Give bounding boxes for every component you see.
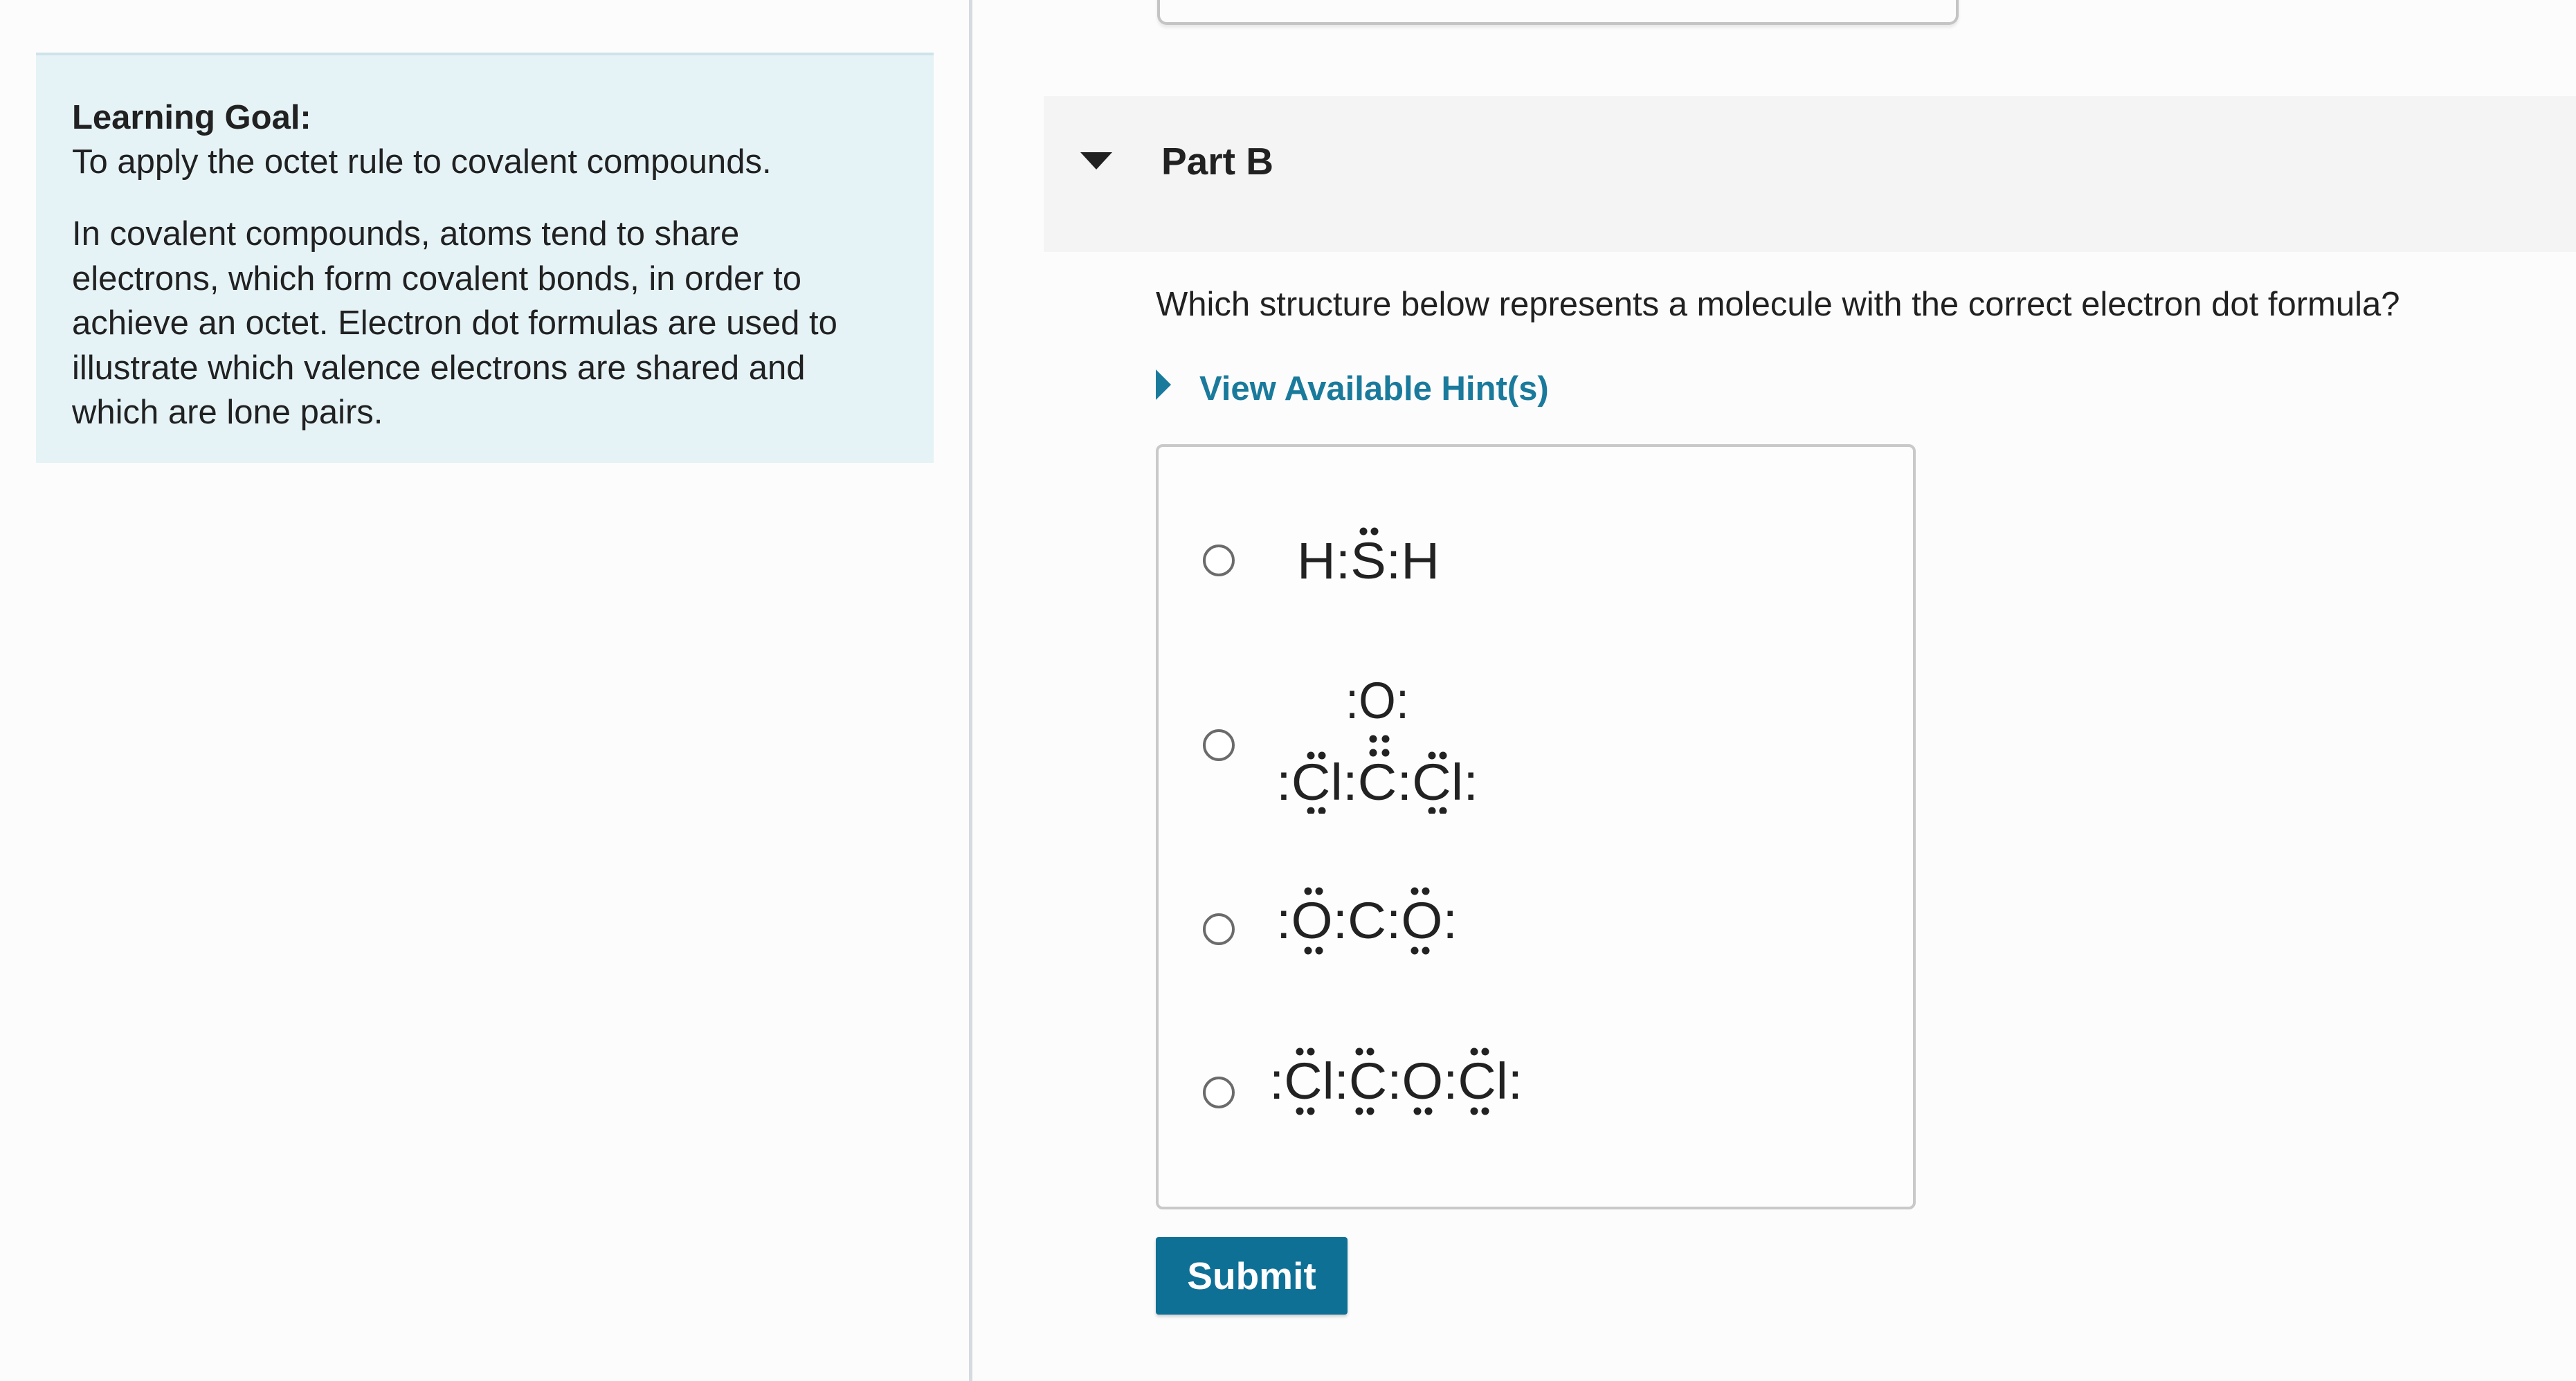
- paragraph-line: In covalent compounds, atoms tend to sha…: [72, 215, 740, 253]
- formula-text: :O:C:O:: [1276, 892, 1458, 949]
- part-header[interactable]: Part B: [1044, 96, 2576, 252]
- paragraph-line: achieve an octet. Electron dot formulas …: [72, 304, 837, 342]
- caret-down-icon[interactable]: [1080, 152, 1112, 170]
- part-title: Part B: [1161, 140, 1273, 183]
- choice-2-radio[interactable]: [1203, 729, 1235, 761]
- page: Learning Goal: To apply the octet rule t…: [0, 0, 2576, 1381]
- left-panel: Learning Goal: To apply the octet rule t…: [0, 0, 971, 1381]
- choice-1-radio[interactable]: [1203, 545, 1235, 576]
- formula-top-text: :O:: [1345, 672, 1409, 729]
- column-divider[interactable]: [969, 0, 972, 1381]
- learning-goal-paragraph: In covalent compounds, atoms tend to sha…: [72, 212, 898, 435]
- paragraph-line: which are lone pairs.: [72, 394, 383, 431]
- choice-2-formula[interactable]: :O: :Cl:C:Cl:: [1276, 661, 1498, 814]
- choice-1-formula[interactable]: H:S:H: [1297, 516, 1477, 599]
- choice-3-radio[interactable]: [1203, 913, 1235, 945]
- previous-answer-box: [1157, 0, 1959, 25]
- formula-text: H:S:H: [1297, 532, 1440, 589]
- choice-3-formula[interactable]: :O:C:O:: [1276, 876, 1470, 980]
- view-hints-link[interactable]: View Available Hint(s): [1199, 367, 1549, 411]
- answer-choices: H:S:H :O: :Cl:C:Cl: :O:C:O::Cl:C:O:Cl:: [1156, 444, 1916, 1209]
- learning-goal-statement: To apply the octet rule to covalent comp…: [72, 143, 772, 181]
- formula-text: :Cl:C:Cl:: [1276, 753, 1478, 811]
- formula-text: :Cl:C:O:Cl:: [1269, 1052, 1523, 1110]
- caret-right-icon[interactable]: [1156, 369, 1171, 400]
- paragraph-line: illustrate which valence electrons are s…: [72, 349, 806, 387]
- paragraph-line: electrons, which form covalent bonds, in…: [72, 259, 802, 298]
- choice-4-formula[interactable]: :Cl:C:O:Cl:: [1269, 1036, 1532, 1140]
- question-text: Which structure below represents a molec…: [1156, 286, 2400, 323]
- learning-goal-box: Learning Goal: To apply the octet rule t…: [36, 53, 934, 463]
- submit-button[interactable]: Submit: [1156, 1237, 1348, 1315]
- choice-4-radio[interactable]: [1203, 1077, 1235, 1108]
- learning-goal-title: Learning Goal:: [72, 99, 311, 136]
